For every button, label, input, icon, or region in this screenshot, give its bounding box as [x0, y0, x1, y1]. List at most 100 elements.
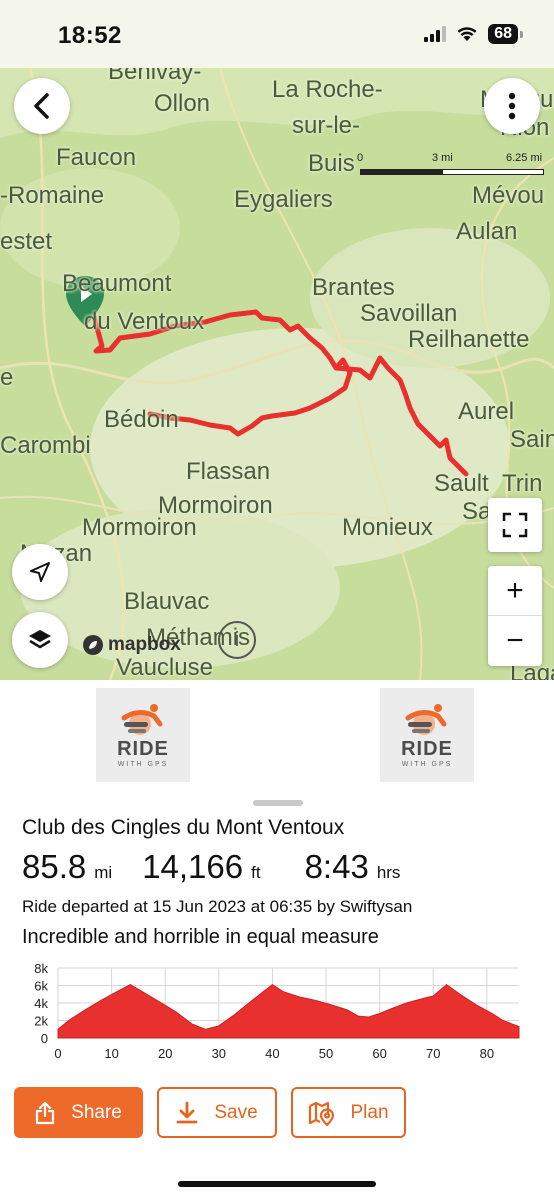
- status-time: 18:52: [58, 22, 122, 49]
- status-bar: 18:52 68: [0, 0, 554, 68]
- map-label: Sa: [462, 498, 492, 525]
- y-tick-label: 4k: [34, 996, 48, 1011]
- map-label: estet: [0, 228, 53, 255]
- photo-logo-text: RIDE: [117, 738, 169, 760]
- map-label: Faucon: [56, 144, 137, 171]
- map-label: Eygaliers: [234, 186, 333, 213]
- ride-description: Incredible and horrible in equal measure: [22, 926, 379, 948]
- map-label: Beaumont: [62, 270, 172, 297]
- x-tick-label: 40: [265, 1046, 279, 1061]
- scale-label: 6.25 mi: [506, 152, 543, 164]
- ride-departed-info: Ride departed at 15 Jun 2023 at 06:35 by…: [22, 897, 413, 916]
- scale-label: 0: [357, 152, 364, 164]
- y-tick-label: 6k: [34, 979, 48, 994]
- signal-icon: [424, 26, 447, 42]
- share-icon: [36, 1101, 55, 1124]
- map-label: Sain: [510, 426, 554, 453]
- zoom-out-button[interactable]: −: [488, 616, 542, 666]
- plan-label: Plan: [350, 1101, 389, 1123]
- more-options-button[interactable]: [484, 78, 540, 134]
- fullscreen-icon: [502, 512, 528, 538]
- map-label: Brantes: [312, 274, 395, 301]
- map-label: Benivay-: [108, 68, 202, 85]
- map-label: Flassan: [186, 458, 271, 485]
- x-tick-label: 70: [426, 1046, 440, 1061]
- ride-stats: 85.8 mi 14,166 ft 8:43 hrs: [22, 848, 400, 886]
- x-tick-label: 20: [158, 1046, 172, 1061]
- map-pin-icon: [309, 1101, 335, 1126]
- mapbox-icon: [83, 635, 103, 655]
- zoom-in-button[interactable]: +: [488, 566, 542, 616]
- map-label: Buis: [308, 150, 355, 177]
- x-tick-label: 30: [212, 1046, 226, 1061]
- scale-bar: [360, 169, 544, 175]
- sheet-drag-handle[interactable]: [253, 800, 303, 806]
- map-label: du Ventoux: [84, 308, 205, 335]
- photo-logo-text: RIDE: [401, 738, 453, 760]
- x-tick-label: 80: [480, 1046, 494, 1061]
- elevation-unit: ft: [251, 863, 261, 882]
- y-tick-label: 0: [41, 1031, 48, 1046]
- map-info-button[interactable]: i: [218, 621, 256, 659]
- chevron-left-icon: [34, 93, 49, 119]
- map-label: Aurel: [458, 398, 515, 425]
- wifi-icon: [457, 27, 477, 41]
- y-tick-label: 2k: [34, 1014, 48, 1029]
- route-map[interactable]: Benivay- Ollon La Roche- sur-le- Buis Mé…: [0, 68, 554, 680]
- distance-unit: mi: [94, 863, 113, 882]
- y-tick-label: 8k: [34, 961, 48, 976]
- distance-value: 85.8: [22, 848, 87, 885]
- ride-photo-thumbnail[interactable]: RIDE WITH GPS: [380, 688, 474, 782]
- save-button[interactable]: Save: [157, 1087, 277, 1138]
- map-label: Aulan: [456, 218, 518, 245]
- mapbox-text: mapbox: [108, 634, 181, 655]
- ride-title: Club des Cingles du Mont Ventoux: [22, 816, 345, 839]
- elevation-area: [57, 983, 520, 1039]
- map-label: Trin: [502, 470, 543, 497]
- map-label: Ollon: [154, 90, 211, 117]
- location-arrow-icon: [30, 562, 50, 582]
- home-indicator: [178, 1181, 376, 1187]
- map-label: Blauvac: [124, 588, 210, 615]
- status-icons: 68: [424, 24, 523, 44]
- x-tick-label: 0: [54, 1046, 61, 1061]
- elevation-chart[interactable]: 0 2k 4k 6k 8k 0 10 20 30 40 50 60 70 80: [0, 958, 554, 1070]
- zoom-controls: + −: [488, 566, 542, 666]
- map-label: Vaucluse: [116, 654, 213, 680]
- mapbox-logo: mapbox: [82, 634, 181, 656]
- map-label: Bédoin: [104, 406, 179, 433]
- battery-indicator: 68: [488, 24, 523, 44]
- download-icon: [176, 1101, 198, 1123]
- fullscreen-button[interactable]: [488, 498, 542, 552]
- ride-photo-thumbnail[interactable]: RIDE WITH GPS: [96, 688, 190, 782]
- duration-value: 8:43: [304, 848, 369, 885]
- cyclist-logo-icon: [121, 704, 163, 735]
- x-tick-label: 10: [104, 1046, 118, 1061]
- vertical-dots-icon: [508, 92, 516, 120]
- x-tick-label: 60: [372, 1046, 386, 1061]
- duration-unit: hrs: [376, 863, 401, 882]
- share-button[interactable]: Share: [14, 1087, 143, 1138]
- map-label: sur-le-: [292, 112, 361, 139]
- map-scale: 0 3 mi 6.25 mi: [354, 152, 550, 192]
- map-label: Carombi: [0, 432, 91, 459]
- map-label: La Roche-: [272, 76, 383, 103]
- map-label: Savoillan: [360, 300, 458, 327]
- layers-icon: [29, 630, 51, 649]
- locate-button[interactable]: [12, 544, 68, 600]
- map-label: e: [0, 364, 14, 391]
- map-label: Sault: [434, 470, 489, 497]
- photo-logo-subtext: WITH GPS: [401, 761, 453, 768]
- back-button[interactable]: [14, 78, 70, 134]
- map-label: Mormoiron: [82, 514, 197, 541]
- share-label: Share: [71, 1101, 122, 1123]
- elevation-value: 14,166: [142, 848, 244, 885]
- map-layers-button[interactable]: [12, 612, 68, 668]
- plan-button[interactable]: Plan: [291, 1087, 406, 1138]
- map-label: Monieux: [342, 514, 433, 541]
- map-label: Reilhanette: [408, 326, 530, 353]
- map-label: -Romaine: [0, 182, 105, 209]
- scale-label: 3 mi: [432, 152, 453, 164]
- x-tick-label: 50: [319, 1046, 333, 1061]
- save-label: Save: [214, 1101, 258, 1123]
